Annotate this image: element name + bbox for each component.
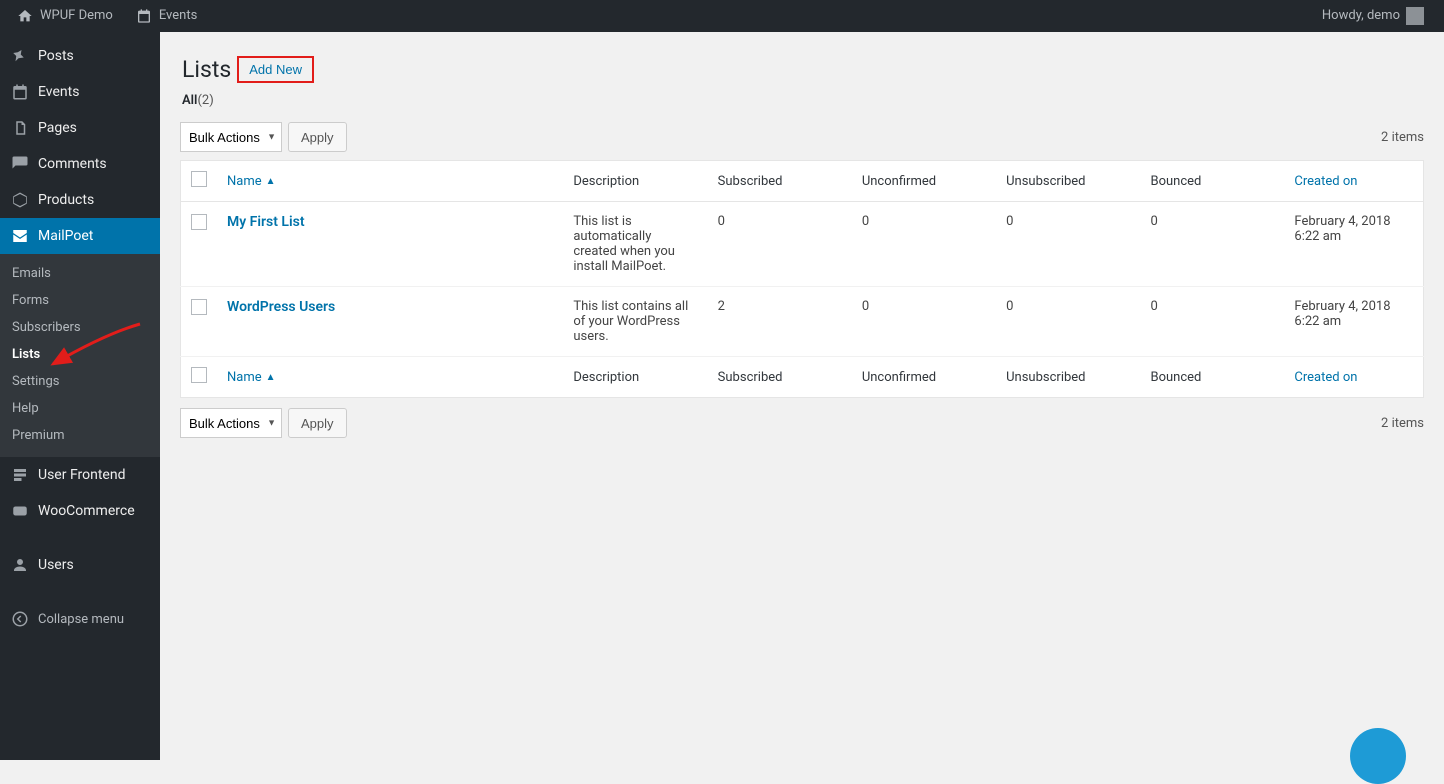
- collapse-menu[interactable]: Collapse menu: [0, 601, 160, 637]
- submenu-item-premium[interactable]: Premium: [0, 422, 160, 449]
- sidebar-item-mailpoet[interactable]: MailPoet: [0, 218, 160, 254]
- woocommerce-icon: [10, 501, 30, 521]
- main-content: Lists Add New All(2) Bulk Actions Apply …: [160, 32, 1444, 760]
- items-count: 2 items: [1381, 130, 1424, 145]
- row-unsubscribed: 0: [996, 202, 1140, 287]
- sidebar-item-label: Pages: [38, 119, 77, 137]
- user-icon: [10, 555, 30, 575]
- avatar: [1406, 7, 1424, 25]
- adminbar-howdy: Howdy, demo: [1322, 0, 1400, 32]
- sidebar-item-posts[interactable]: Posts: [0, 38, 160, 74]
- column-unsubscribed-bottom: Unsubscribed: [996, 357, 1140, 398]
- row-checkbox[interactable]: [191, 214, 207, 230]
- adminbar-site-link[interactable]: WPUF Demo: [8, 0, 121, 32]
- sidebar-item-comments[interactable]: Comments: [0, 146, 160, 182]
- column-createdon-sort-bottom[interactable]: Created on: [1294, 370, 1357, 385]
- submenu-item-settings[interactable]: Settings: [0, 368, 160, 395]
- filter-links: All(2): [180, 87, 1424, 118]
- row-unsubscribed: 0: [996, 287, 1140, 357]
- apply-button[interactable]: Apply: [288, 122, 347, 152]
- row-description: This list contains all of your WordPress…: [563, 287, 707, 357]
- row-bounced: 0: [1140, 287, 1284, 357]
- row-unconfirmed: 0: [852, 202, 996, 287]
- row-name-link[interactable]: My First List: [227, 214, 305, 230]
- column-subscribed: Subscribed: [708, 161, 852, 202]
- column-bounced-bottom: Bounced: [1140, 357, 1284, 398]
- calendar-icon: [10, 82, 30, 102]
- sidebar-item-woocommerce[interactable]: WooCommerce: [0, 493, 160, 529]
- sidebar-item-label: Events: [38, 83, 79, 101]
- sidebar-item-userfrontend[interactable]: User Frontend: [0, 457, 160, 493]
- collapse-label: Collapse menu: [38, 612, 124, 627]
- table-row: My First List This list is automatically…: [181, 202, 1424, 287]
- lists-table: Name ▲ Description Subscribed Unconfirme…: [180, 160, 1424, 398]
- bulk-actions-select[interactable]: Bulk Actions: [180, 122, 282, 152]
- add-new-button[interactable]: Add New: [237, 56, 314, 83]
- sidebar-item-label: MailPoet: [38, 227, 93, 245]
- column-unsubscribed: Unsubscribed: [996, 161, 1140, 202]
- column-description-bottom: Description: [563, 357, 707, 398]
- submenu-item-forms[interactable]: Forms: [0, 287, 160, 314]
- bulk-actions-select-bottom[interactable]: Bulk Actions: [180, 408, 282, 438]
- pages-icon: [10, 118, 30, 138]
- sidebar-item-products[interactable]: Products: [0, 182, 160, 218]
- items-count-bottom: 2 items: [1381, 416, 1424, 431]
- box-icon: [10, 190, 30, 210]
- column-bounced: Bounced: [1140, 161, 1284, 202]
- table-row: WordPress Users This list contains all o…: [181, 287, 1424, 357]
- submenu-item-lists[interactable]: Lists: [0, 341, 160, 368]
- sidebar-item-label: Comments: [38, 155, 107, 173]
- select-all-checkbox-bottom[interactable]: [191, 367, 207, 383]
- row-createdon: February 4, 2018 6:22 am: [1284, 202, 1423, 287]
- row-unconfirmed: 0: [852, 287, 996, 357]
- sidebar-item-label: Users: [38, 556, 74, 574]
- sidebar-item-label: Products: [38, 191, 94, 209]
- row-createdon: February 4, 2018 6:22 am: [1284, 287, 1423, 357]
- submenu-item-help[interactable]: Help: [0, 395, 160, 422]
- row-description: This list is automatically created when …: [563, 202, 707, 287]
- userfrontend-icon: [10, 465, 30, 485]
- sidebar-item-events[interactable]: Events: [0, 74, 160, 110]
- row-subscribed: 0: [708, 202, 852, 287]
- select-all-checkbox[interactable]: [191, 171, 207, 187]
- comments-icon: [10, 154, 30, 174]
- admin-sidebar: Posts Events Pages Comments Products: [0, 32, 160, 760]
- sidebar-item-users[interactable]: Users: [0, 547, 160, 583]
- column-subscribed-bottom: Subscribed: [708, 357, 852, 398]
- sidebar-item-label: Posts: [38, 47, 74, 65]
- mailpoet-icon: [10, 226, 30, 246]
- sort-asc-icon: ▲: [266, 372, 276, 383]
- column-unconfirmed: Unconfirmed: [852, 161, 996, 202]
- home-icon: [16, 0, 34, 32]
- submenu-item-emails[interactable]: Emails: [0, 260, 160, 287]
- row-name-link[interactable]: WordPress Users: [227, 299, 335, 315]
- page-title: Lists: [182, 56, 231, 83]
- column-name-sort-bottom[interactable]: Name ▲: [227, 370, 276, 385]
- mailpoet-submenu: Emails Forms Subscribers Lists Settings …: [0, 254, 160, 457]
- sidebar-item-label: User Frontend: [38, 466, 125, 484]
- pin-icon: [10, 46, 30, 66]
- filter-all-count: (2): [197, 93, 213, 108]
- row-checkbox[interactable]: [191, 299, 207, 315]
- submenu-item-subscribers[interactable]: Subscribers: [0, 314, 160, 341]
- column-createdon-sort[interactable]: Created on: [1294, 174, 1357, 189]
- adminbar-site-name: WPUF Demo: [40, 0, 113, 32]
- row-subscribed: 2: [708, 287, 852, 357]
- sidebar-item-pages[interactable]: Pages: [0, 110, 160, 146]
- help-beacon-icon[interactable]: [1350, 728, 1406, 784]
- sidebar-item-label: WooCommerce: [38, 502, 135, 520]
- row-bounced: 0: [1140, 202, 1284, 287]
- sort-asc-icon: ▲: [266, 176, 276, 187]
- column-unconfirmed-bottom: Unconfirmed: [852, 357, 996, 398]
- adminbar-events-link[interactable]: Events: [127, 0, 205, 32]
- filter-all-link[interactable]: All: [182, 93, 197, 108]
- calendar-icon: [135, 0, 153, 32]
- column-name-sort[interactable]: Name ▲: [227, 174, 276, 189]
- apply-button-bottom[interactable]: Apply: [288, 408, 347, 438]
- adminbar-events-label: Events: [159, 0, 197, 32]
- collapse-icon: [10, 609, 30, 629]
- column-description: Description: [563, 161, 707, 202]
- admin-bar: WPUF Demo Events Howdy, demo: [0, 0, 1444, 32]
- adminbar-user-menu[interactable]: Howdy, demo: [1314, 0, 1432, 32]
